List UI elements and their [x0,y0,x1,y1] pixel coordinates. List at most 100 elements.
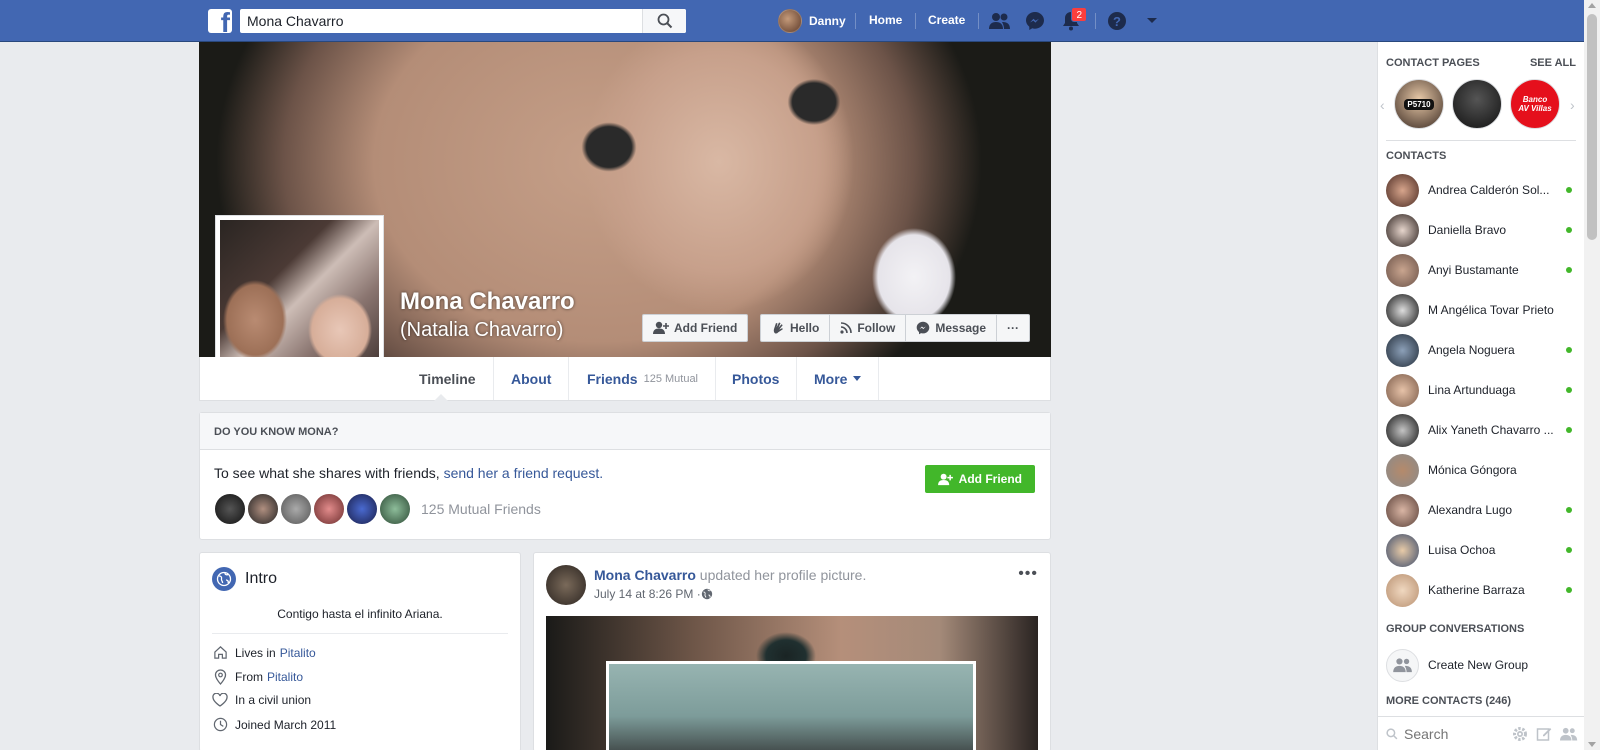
mutual-friends-row[interactable]: 125 Mutual Friends [214,493,541,525]
profile-picture-image [220,220,379,379]
tab-photos-label: Photos [732,370,780,387]
tab-more[interactable]: More [797,357,880,400]
search-icon [657,13,672,29]
post-author-link[interactable]: Mona Chavarro [594,567,696,583]
nav-divider [978,13,979,29]
contact-name: M Angélica Tovar Prieto [1428,303,1554,317]
contact-name: Lina Artunduaga [1428,383,1516,397]
nav-divider [855,13,856,29]
contact-name: Andrea Calderón Sol... [1428,183,1550,197]
mutual-friend-avatar[interactable] [346,493,378,525]
contact-page-avatar[interactable]: P5710 [1394,79,1444,129]
tab-more-label: More [814,370,848,387]
create-group-label: Create New Group [1428,658,1529,672]
contact-item[interactable]: Alix Yaneth Chavarro ... [1386,412,1576,448]
contact-page-label: Banco AV Villas [1518,95,1552,113]
account-menu-chevron-icon[interactable] [1140,9,1164,33]
avatar [1386,373,1419,407]
search-input[interactable] [240,9,630,33]
page-scrollbar[interactable] [1584,0,1600,750]
wave-hand-icon [773,322,783,334]
chat-search-input[interactable] [1404,725,1504,742]
see-all-link[interactable]: SEE ALL [1530,57,1576,69]
new-group-icon[interactable] [1560,726,1578,742]
search-button[interactable] [642,9,686,33]
avatar[interactable] [546,565,586,605]
online-status-dot [1566,547,1572,553]
mutual-friend-avatar[interactable] [280,493,312,525]
contact-item[interactable]: Katherine Barraza [1386,572,1576,608]
contact-item[interactable]: Luisa Ochoa [1386,532,1576,568]
mutual-friend-avatar[interactable] [313,493,345,525]
online-status-dot [1566,227,1572,233]
mutual-friend-avatar[interactable] [214,493,246,525]
notifications-bell-icon[interactable]: 2 [1059,7,1087,33]
nav-create-link[interactable]: Create [928,13,965,27]
help-icon[interactable]: ? [1105,9,1129,33]
active-tab-pointer [434,394,448,401]
contact-item[interactable]: Daniella Bravo [1386,212,1576,248]
add-friend-button[interactable]: Add Friend [642,314,749,342]
hello-button[interactable]: Hello [761,315,831,341]
tab-timeline-label: Timeline [419,370,476,387]
scrollbar-thumb[interactable] [1587,14,1597,240]
carousel-left-arrow-icon[interactable]: ‹ [1380,97,1385,113]
tab-about-label: About [511,370,552,387]
compose-icon[interactable] [1536,726,1552,742]
message-button[interactable]: Message [906,315,998,341]
contact-item[interactable]: Angela Noguera [1386,332,1576,368]
group-icon [1386,648,1419,682]
divider [212,633,508,634]
carousel-right-arrow-icon[interactable]: › [1570,97,1575,113]
nav-divider [915,13,916,29]
add-friend-green-label: Add Friend [958,472,1022,486]
post-options-icon[interactable]: ••• [1018,565,1038,583]
mutual-friend-avatar[interactable] [379,493,411,525]
tab-about[interactable]: About [494,357,570,400]
avatar [1386,533,1419,567]
chat-sidebar: CONTACT PAGES SEE ALL ‹ P5710 Banco AV V… [1377,42,1584,750]
scroll-up-arrow-icon[interactable] [1588,3,1596,8]
post-timestamp[interactable]: July 14 at 8:26 PM · [594,587,713,601]
facebook-logo-icon[interactable]: f [208,9,232,33]
scroll-down-arrow-icon[interactable] [1588,742,1596,747]
post-photo[interactable] [546,616,1038,750]
contact-page-avatar[interactable] [1452,79,1502,129]
send-friend-request-link[interactable]: send her a friend request. [444,465,604,481]
intro-card: Intro Contigo hasta el infinito Ariana. … [199,552,521,750]
add-friend-label: Add Friend [674,321,738,335]
contact-item[interactable]: M Angélica Tovar Prieto [1386,292,1576,328]
add-friend-green-button[interactable]: Add Friend [924,465,1035,493]
contact-item[interactable]: Anyi Bustamante [1386,252,1576,288]
globe-icon [212,567,236,591]
contact-item[interactable]: Andrea Calderón Sol... [1386,172,1576,208]
intro-lives-in: Lives in Pitalito [212,645,316,660]
tab-friends[interactable]: Friends 125 Mutual [570,357,717,400]
contact-item[interactable]: Lina Artunduaga [1386,372,1576,408]
contact-item[interactable]: Alexandra Lugo [1386,492,1576,528]
contact-item[interactable]: Mónica Góngora [1386,452,1576,488]
contact-pages-heading: CONTACT PAGES [1386,57,1480,69]
post-header: Mona Chavarro updated her profile pictur… [594,567,866,583]
nav-profile-link[interactable]: Danny [778,9,846,33]
tab-friends-mutual-count: 125 Mutual [643,372,699,385]
mutual-friends-count[interactable]: 125 Mutual Friends [421,501,541,517]
messenger-icon[interactable] [1023,9,1047,33]
from-link[interactable]: Pitalito [267,670,303,684]
create-new-group-button[interactable]: Create New Group [1386,647,1576,683]
home-icon [213,646,227,659]
lives-in-link[interactable]: Pitalito [280,646,316,660]
avatar [1386,333,1419,367]
profile-name[interactable]: Mona Chavarro [400,288,575,316]
more-options-button[interactable]: ··· [997,315,1029,341]
svg-text:?: ? [1113,14,1121,29]
divider [1386,140,1576,141]
follow-button[interactable]: Follow [830,315,907,341]
gear-icon[interactable] [1512,726,1528,742]
friend-requests-icon[interactable] [988,9,1012,33]
contact-page-avatar[interactable]: Banco AV Villas [1510,79,1560,129]
mutual-friend-avatar[interactable] [247,493,279,525]
nav-home-link[interactable]: Home [869,13,902,27]
avatar [1386,453,1419,487]
tab-photos[interactable]: Photos [715,357,798,400]
